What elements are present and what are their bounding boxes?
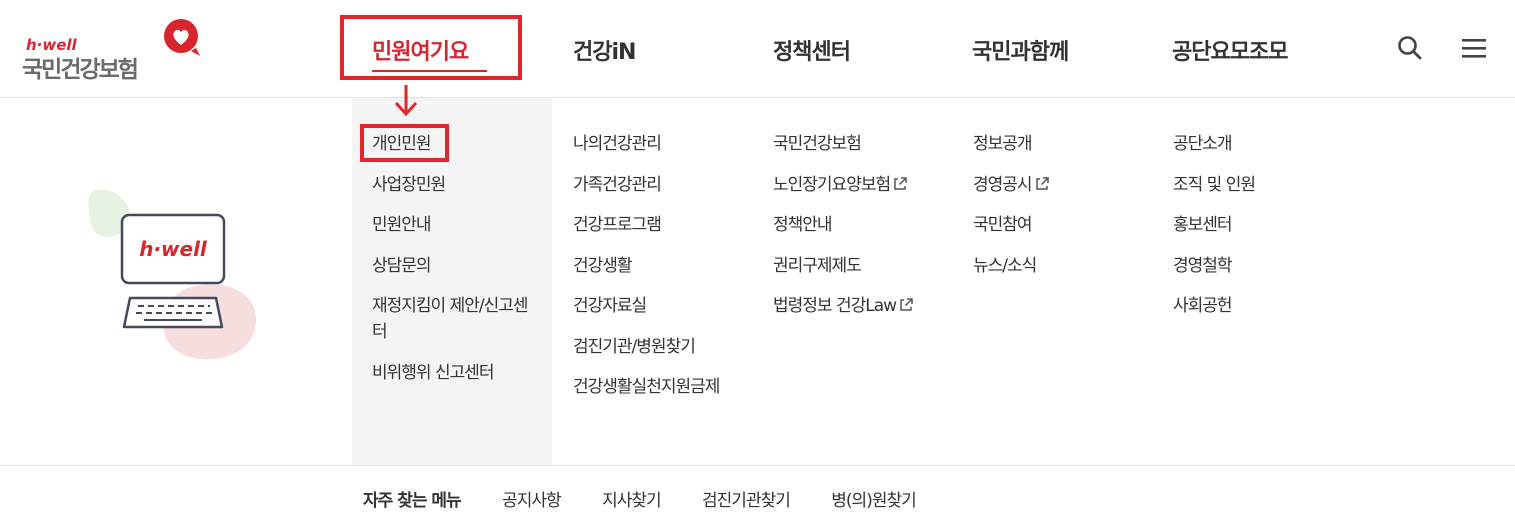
nav-with-people[interactable]: 국민과함께 (972, 34, 1069, 66)
annotation-highlight-nav (340, 15, 522, 80)
menu-column-policy: 국민건강보험 노인장기요양보험 정책안내 권리구제제도 법령정보 건강Law (773, 131, 953, 334)
quick-link-notice[interactable]: 공지사항 (502, 486, 562, 511)
menu-item-organization[interactable]: 조직 및 인원 (1173, 172, 1333, 198)
quick-link-find-hospital[interactable]: 병(의)원찾기 (831, 486, 916, 511)
menu-item-family-health[interactable]: 가족건강관리 (573, 172, 733, 198)
menu-item-health-law[interactable]: 법령정보 건강Law (773, 293, 953, 319)
external-link-icon (1035, 176, 1049, 190)
external-link-icon (894, 176, 907, 190)
logo-heart-icon (164, 19, 200, 56)
external-link-icon (900, 298, 913, 311)
menu-item-national-health-insurance[interactable]: 국민건강보험 (773, 131, 953, 157)
search-icon[interactable] (1396, 34, 1424, 62)
quick-menu-title: 자주 찾는 메뉴 (363, 491, 462, 511)
menu-item-consultation[interactable]: 상담문의 (372, 253, 537, 279)
menu-item-long-term-care[interactable]: 노인장기요양보험 (773, 172, 953, 198)
quick-link-find-checkup[interactable]: 검진기관찾기 (702, 486, 791, 511)
menu-item-health-incentive[interactable]: 건강생활실천지원금제 (573, 374, 725, 400)
hamburger-menu-icon[interactable] (1460, 36, 1488, 60)
menu-item-finance-report-center[interactable]: 재정지킴이 제안/신고센터 (372, 293, 534, 345)
menu-item-info-disclosure[interactable]: 정보공개 (973, 131, 1133, 157)
annotation-highlight-menu-item (360, 124, 449, 162)
menu-item-misconduct-report-center[interactable]: 비위행위 신고센터 (372, 360, 537, 386)
menu-item-management-disclosure-label: 경영공시 (973, 174, 1033, 195)
illustration-screen-text: h·well (139, 237, 208, 261)
divider (0, 465, 1515, 466)
site-logo[interactable]: h·well 국민건강보험 (22, 18, 212, 88)
site-header: h·well 국민건강보험 민원여기요 건강iN 정책센터 국민과함께 공단요모… (0, 0, 1515, 98)
menu-column-with-people: 정보공개 경영공시 국민참여 뉴스/소식 (973, 131, 1133, 293)
menu-item-about-nhis[interactable]: 공단소개 (1173, 131, 1333, 157)
menu-item-public-participation[interactable]: 국민참여 (973, 212, 1133, 238)
menu-item-management-disclosure[interactable]: 경영공시 (973, 172, 1133, 198)
menu-column-about: 공단소개 조직 및 인원 홍보센터 경영철학 사회공헌 (1173, 131, 1333, 334)
menu-item-health-program[interactable]: 건강프로그램 (573, 212, 733, 238)
menu-item-find-hospital[interactable]: 검진기관/병원찾기 (573, 334, 733, 360)
menu-item-business-minwon[interactable]: 사업장민원 (372, 172, 537, 198)
nav-about-nhis[interactable]: 공단요모조모 (1172, 34, 1288, 66)
quick-menu: 자주 찾는 메뉴 공지사항 지사찾기 검진기관찾기 병(의)원찾기 (363, 486, 953, 511)
menu-item-policy-guide[interactable]: 정책안내 (773, 212, 953, 238)
nav-health-in[interactable]: 건강iN (573, 34, 636, 66)
computer-illustration-icon: h·well (88, 190, 257, 360)
menu-item-social-contribution[interactable]: 사회공헌 (1173, 293, 1333, 319)
menu-item-news[interactable]: 뉴스/소식 (973, 253, 1133, 279)
menu-item-health-law-label: 법령정보 건강Law (773, 296, 897, 316)
menu-item-pr-center[interactable]: 홍보센터 (1173, 212, 1333, 238)
menu-column-health-in: 나의건강관리 가족건강관리 건강프로그램 건강생활 건강자료실 검진기관/병원찾… (573, 131, 733, 415)
logo-name: 국민건강보험 (22, 57, 139, 83)
menu-item-rights-remedy[interactable]: 권리구제제도 (773, 253, 953, 279)
menu-column-minwon: 개인민원 사업장민원 민원안내 상담문의 재정지킴이 제안/신고센터 비위행위 … (372, 131, 537, 400)
quick-link-find-branch[interactable]: 지사찾기 (602, 486, 662, 511)
menu-item-long-term-care-label: 노인장기요양보험 (773, 174, 891, 195)
menu-item-management-philosophy[interactable]: 경영철학 (1173, 253, 1333, 279)
menu-item-minwon-guide[interactable]: 민원안내 (372, 212, 537, 238)
nav-policy-center[interactable]: 정책센터 (773, 34, 851, 66)
menu-item-my-health[interactable]: 나의건강관리 (573, 131, 733, 157)
annotation-arrow-icon (394, 85, 418, 117)
menu-item-health-library[interactable]: 건강자료실 (573, 293, 733, 319)
mega-menu: h·well 개인민원 사업장민원 민원안내 상담문의 재정지킴이 제안/신고센… (0, 98, 1515, 465)
menu-item-healthy-life[interactable]: 건강생활 (573, 253, 733, 279)
